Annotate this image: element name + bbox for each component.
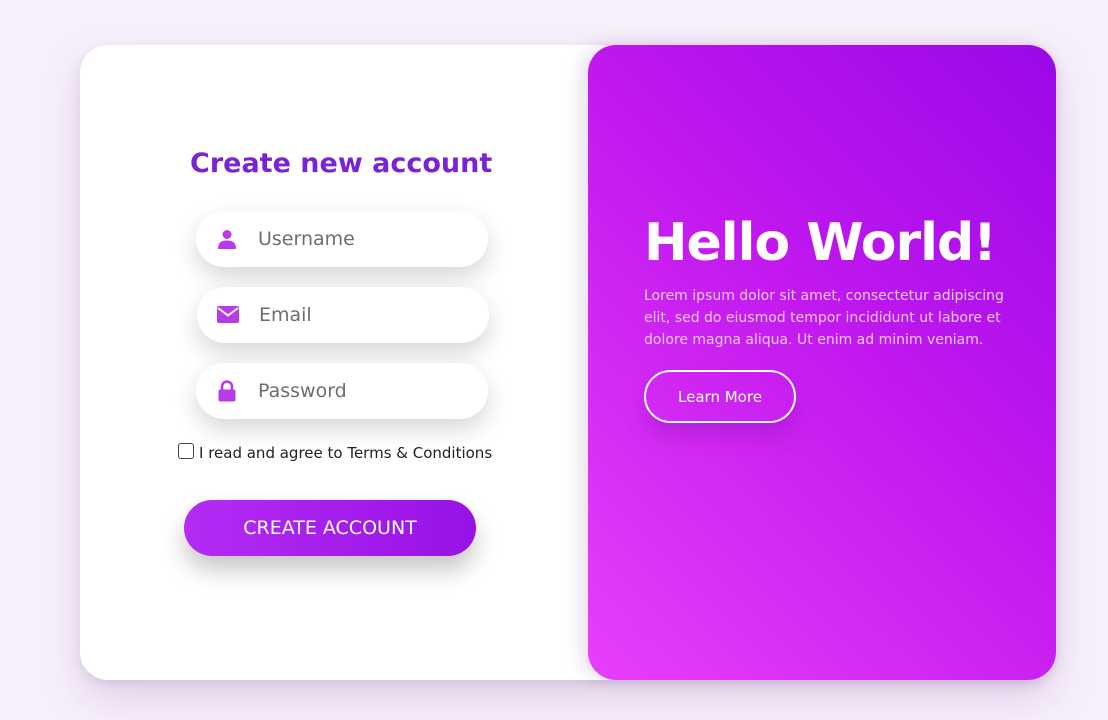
learn-more-button[interactable]: Learn More <box>644 370 796 423</box>
create-account-button[interactable]: CREATE ACCOUNT <box>184 500 476 556</box>
user-icon <box>216 228 238 250</box>
email-field[interactable] <box>197 287 489 343</box>
promo-description: Lorem ipsum dolor sit amet, consectetur … <box>644 288 1004 348</box>
lock-icon <box>216 380 238 402</box>
signup-card: Create new account Username Email I read… <box>80 45 1056 680</box>
username-field[interactable] <box>196 211 488 267</box>
promo-panel: Hello World! Lorem ipsum dolor sit amet,… <box>588 45 1056 680</box>
terms-checkbox[interactable] <box>178 443 194 459</box>
password-field[interactable] <box>196 363 488 419</box>
envelope-icon <box>217 304 239 326</box>
promo-heading: Hello World! <box>644 213 997 273</box>
terms-label[interactable]: I read and agree to Terms & Conditions <box>199 444 492 462</box>
password-input[interactable] <box>258 380 458 402</box>
form-title: Create new account <box>190 148 493 179</box>
signup-form-panel: Create new account Username Email I read… <box>80 45 588 680</box>
username-input[interactable] <box>258 228 458 250</box>
terms-row: I read and agree to Terms & Conditions <box>178 443 492 462</box>
email-input[interactable] <box>259 304 459 326</box>
